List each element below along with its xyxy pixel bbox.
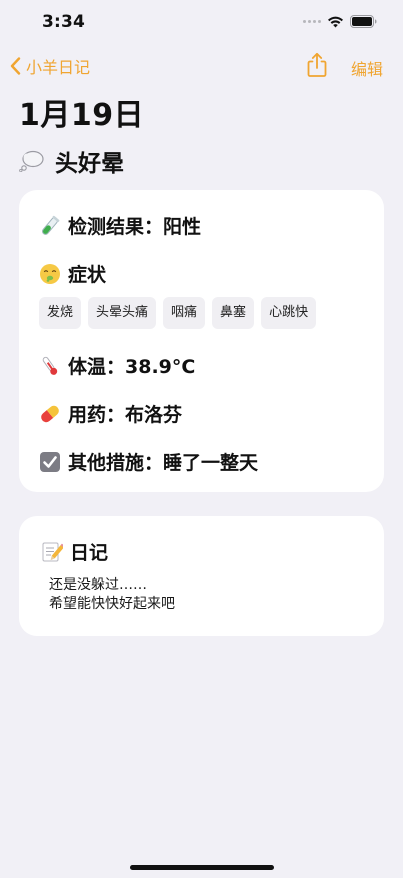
diary-body: 还是没躲过…… 希望能快快好起来吧 [49,576,175,614]
medication-text: 用药：布洛芬 [68,404,183,426]
chevron-left-icon [10,57,21,75]
symptom-tag: 心跳快 [261,297,317,329]
other-measures-text: 其他措施：睡了一整天 [68,452,259,474]
status-bar: 3:34 [0,0,403,44]
diary-label: 日记 [70,542,109,564]
symptom-tag: 头晕头痛 [88,297,157,329]
status-icons [303,15,377,28]
health-card: 检测结果：阳性 症状 发烧 头晕头痛 咽痛 鼻塞 心跳快 体温：38.9°C 用… [19,190,384,492]
share-button[interactable] [305,52,329,78]
test-tube-icon [42,215,60,235]
back-button[interactable]: 小羊日记 [10,54,90,78]
back-label: 小羊日记 [26,58,91,77]
entry-title-text: 头好晕 [55,151,124,177]
share-icon [307,52,327,77]
wifi-icon [327,16,344,28]
symptom-tag: 咽痛 [163,297,206,329]
signal-dots-icon [303,20,321,23]
temperature-row: 体温：38.9°C [39,352,195,379]
symptoms-header: 症状 [39,260,106,287]
symptom-tags: 发烧 头晕头痛 咽痛 鼻塞 心跳快 [39,297,317,329]
other-measures-row: 其他措施：睡了一整天 [39,448,258,475]
temperature-text: 体温：38.9°C [68,356,196,378]
medication-row: 用药：布洛芬 [39,400,182,427]
test-result-text: 检测结果：阳性 [68,216,202,238]
memo-icon [42,542,63,561]
thought-bubble-icon [19,150,44,172]
battery-icon [350,15,377,28]
thermometer-icon [42,356,58,375]
sick-face-icon [40,263,60,284]
diary-line: 还是没躲过…… [49,577,147,593]
page-date-title: 1月19日 [19,98,145,133]
edit-button[interactable]: 编辑 [351,56,383,80]
symptoms-label: 症状 [68,264,107,286]
entry-title: 头好晕 [19,144,124,178]
diary-header: 日记 [41,538,108,565]
symptom-tag: 发烧 [39,297,82,329]
nav-bar: 小羊日记 编辑 [0,48,403,84]
symptom-tag: 鼻塞 [212,297,255,329]
checkbox-icon [40,451,60,472]
diary-line: 希望能快快好起来吧 [49,596,175,612]
pill-icon [41,405,59,422]
home-indicator[interactable] [130,865,274,870]
status-time: 3:34 [42,12,86,32]
test-result-row: 检测结果：阳性 [39,212,201,239]
diary-card: 日记 还是没躲过…… 希望能快快好起来吧 [19,516,384,636]
